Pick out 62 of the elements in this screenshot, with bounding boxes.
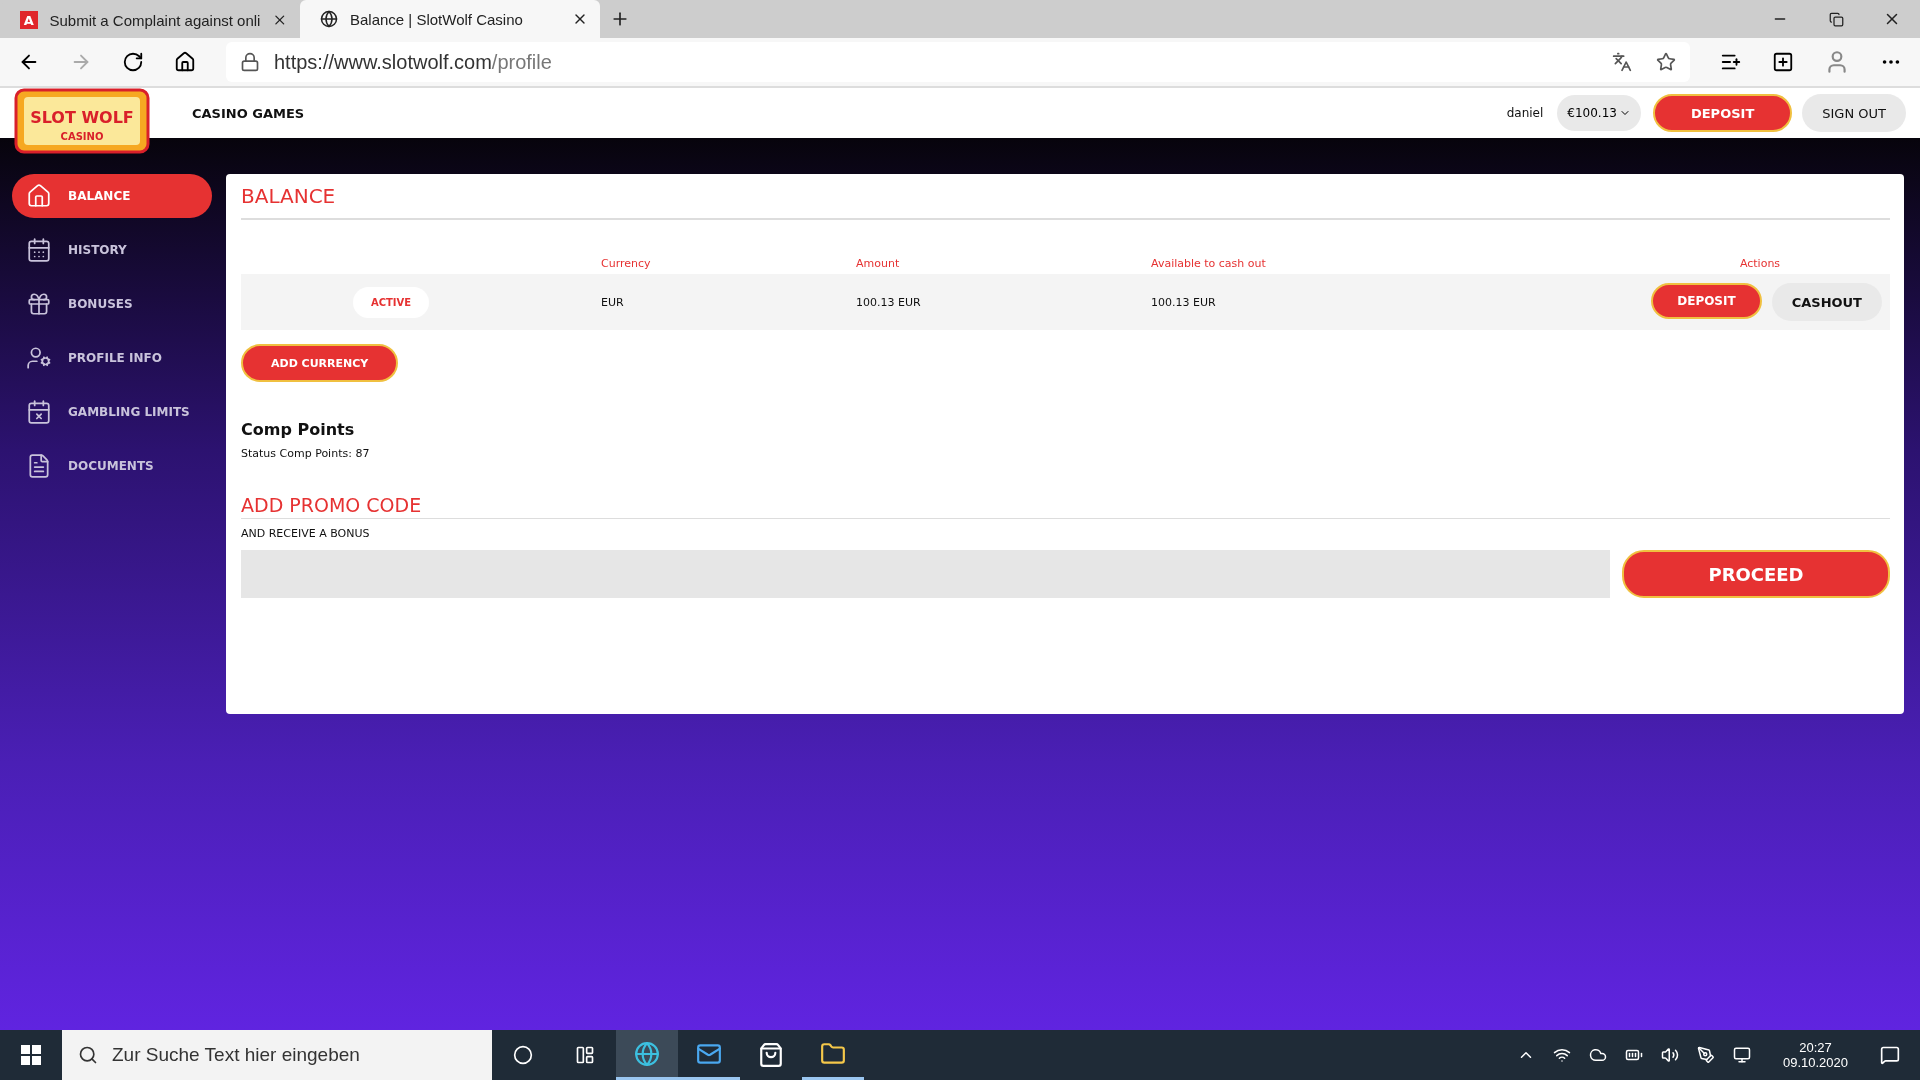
cloud-icon[interactable]	[1588, 1046, 1607, 1064]
clock-time: 20:27	[1799, 1040, 1832, 1055]
sidebar-item[interactable]: BONUSES	[12, 282, 212, 326]
status-badge: ACTIVE	[352, 286, 430, 318]
table-cell-text: 100.13 EUR	[856, 295, 922, 309]
column-header: Actions	[1739, 256, 1781, 270]
deposit-button[interactable]: DEPOSIT	[1651, 283, 1762, 319]
proceed-button[interactable]: PROCEED	[1622, 550, 1890, 598]
section-title: ADD PROMO CODE	[241, 494, 1890, 519]
volume-icon[interactable]	[1660, 1046, 1679, 1064]
restore-icon[interactable]	[1828, 11, 1844, 27]
collections-icon[interactable]	[1772, 51, 1794, 73]
section-title: BALANCE	[241, 184, 1890, 220]
folder-icon[interactable]	[820, 1040, 846, 1067]
tab-favicon: A	[20, 11, 38, 29]
nav-link[interactable]: CASINO GAMES	[192, 105, 305, 121]
gift-icon	[26, 291, 52, 317]
display-icon[interactable]	[1732, 1046, 1751, 1064]
deposit-button[interactable]: DEPOSIT	[1652, 94, 1793, 132]
star-icon[interactable]	[1656, 52, 1676, 72]
logo[interactable]: SLOT WOLF CASINO	[14, 88, 150, 154]
browser-tab[interactable]: Balance | SlotWolf Casino	[300, 0, 600, 38]
windows-icon[interactable]	[21, 1045, 41, 1065]
reload-icon[interactable]	[122, 51, 144, 73]
translate-icon[interactable]	[1612, 52, 1632, 72]
wifi-icon[interactable]	[1552, 1046, 1571, 1064]
cortana-icon[interactable]	[513, 1045, 533, 1065]
lock-icon	[240, 52, 260, 72]
column-header: Currency	[601, 256, 652, 270]
sign-out-button[interactable]: SIGN OUT	[1802, 94, 1906, 132]
sidebar-item[interactable]: PROFILE INFO	[12, 336, 212, 380]
home-icon	[26, 183, 52, 209]
balance-dropdown[interactable]: €100.13	[1557, 95, 1641, 131]
pen-icon[interactable]	[1696, 1046, 1715, 1064]
promo-subtitle: AND RECEIVE A BONUS	[241, 527, 371, 540]
comp-points-text: Status Comp Points: 87	[241, 447, 371, 460]
address-field[interactable]: https://www.slotwolf.com/profile	[226, 42, 1690, 82]
sidebar-item[interactable]: DOCUMENTS	[12, 444, 212, 488]
add-currency-button[interactable]: ADD CURRENCY	[241, 344, 399, 382]
username: daniel	[1506, 106, 1544, 120]
table-cell-text: 100.13 EUR	[1151, 295, 1217, 309]
calendar-icon	[26, 237, 52, 263]
task-view-icon[interactable]	[575, 1045, 595, 1065]
taskbar-search-field[interactable]: Zur Suche Text hier eingeben	[62, 1030, 492, 1080]
sidebar-item[interactable]: GAMBLING LIMITS	[12, 390, 212, 434]
search-icon	[78, 1045, 98, 1065]
home-icon[interactable]	[174, 51, 196, 73]
notifications-icon[interactable]	[1880, 1045, 1900, 1065]
user-icon	[26, 345, 52, 371]
promo-code-field[interactable]	[241, 550, 1610, 598]
column-header: Amount	[856, 256, 901, 270]
calendar-warning-icon	[26, 399, 52, 425]
browser-icon[interactable]	[634, 1040, 660, 1067]
document-icon	[26, 453, 52, 479]
cashout-button[interactable]: CASHOUT	[1771, 283, 1882, 321]
store-icon[interactable]	[758, 1042, 784, 1068]
clock-date: 09.10.2020	[1782, 1055, 1848, 1070]
sidebar-item[interactable]: HISTORY	[12, 228, 212, 272]
sidebar-item[interactable]: BALANCE	[12, 174, 212, 218]
section-heading: Comp Points	[241, 420, 356, 439]
table-cell-text: EUR	[601, 295, 625, 309]
column-header: Available to cash out	[1151, 256, 1267, 270]
